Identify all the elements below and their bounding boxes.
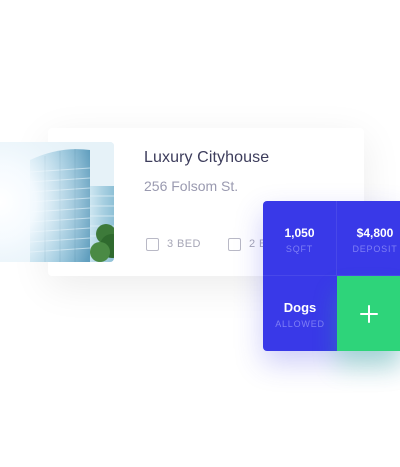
stat-deposit-value: $4,800 — [356, 226, 394, 240]
stat-sqft-label: SQFT — [285, 244, 314, 254]
checkbox-outline-icon[interactable] — [146, 237, 159, 251]
stat-pets: Dogs ALLOWED — [263, 276, 337, 351]
building-image — [0, 142, 114, 262]
listing-address: 256 Folsom St. — [144, 178, 239, 194]
stat-deposit-label: DEPOSIT — [352, 244, 398, 254]
feature-bed-label: 3 BED — [167, 238, 201, 250]
feature-bed[interactable]: 3 BED — [146, 236, 201, 252]
stat-pets-value: Dogs — [283, 300, 317, 315]
listing-photo — [0, 142, 114, 262]
stat-sqft: 1,050 SQFT — [263, 201, 337, 276]
stat-deposit: $4,800 DEPOSIT — [337, 201, 400, 276]
checkbox-outline-icon[interactable] — [228, 237, 241, 251]
add-listing-button[interactable] — [337, 276, 400, 351]
stat-pets-label: ALLOWED — [275, 319, 325, 329]
plus-icon — [359, 304, 378, 323]
listing-title: Luxury Cityhouse — [144, 149, 270, 166]
stat-sqft-value: 1,050 — [284, 226, 315, 240]
